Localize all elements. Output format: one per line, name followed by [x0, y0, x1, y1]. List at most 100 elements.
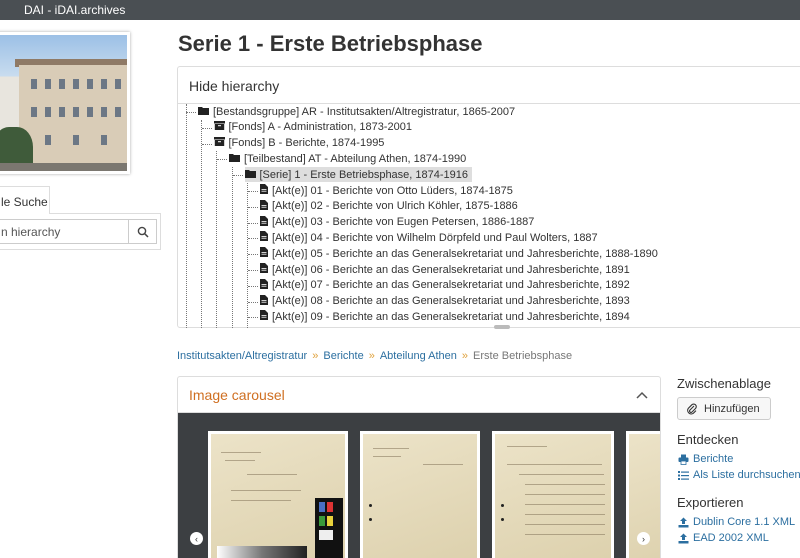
export-heading: Exportieren — [677, 495, 744, 510]
search-button[interactable] — [128, 219, 157, 244]
tree-guide-line — [232, 167, 233, 328]
folder-icon — [229, 153, 240, 165]
tree-branch-line — [248, 238, 258, 240]
tree-node[interactable]: [Teilbestand] AT - Abteilung Athen, 1874… — [229, 151, 466, 166]
add-button-label: Hinzufügen — [704, 402, 760, 415]
tree-node[interactable]: [Akt(e)] 08 - Berichte an das Generalsek… — [260, 294, 630, 309]
archive-box-icon — [213, 137, 225, 149]
tree-branch-line — [201, 127, 212, 129]
breadcrumb-link-berichte[interactable]: Berichte — [323, 350, 363, 362]
tree-node[interactable]: [Akt(e)] 06 - Berichte an das Generalsek… — [260, 262, 630, 277]
paperclip-icon — [687, 403, 697, 414]
tree-branch-line — [248, 285, 258, 287]
tree-node-label: [Akt(e)] 05 - Berichte an das Generalsek… — [272, 247, 658, 260]
file-icon — [260, 294, 268, 308]
discover-link-berichte[interactable]: Berichte — [678, 453, 733, 465]
export-ead-label: EAD 2002 XML — [693, 532, 769, 544]
tree-node[interactable]: [Akt(e)] 05 - Berichte an das Generalsek… — [260, 246, 658, 261]
browse-as-list-label: Als Liste durchsuchen — [693, 469, 800, 481]
upload-icon — [678, 533, 689, 544]
page-title: Serie 1 - Erste Betriebsphase — [178, 31, 483, 56]
add-to-clipboard-button[interactable]: Hinzufügen — [677, 397, 771, 420]
tree-node-label: [Bestandsgruppe] AR - Institutsakten/Alt… — [213, 105, 516, 118]
hierarchy-tree: [Bestandsgruppe] AR - Institutsakten/Alt… — [178, 104, 800, 328]
tree-branch-line — [248, 191, 258, 192]
file-icon — [260, 184, 268, 197]
upload-icon — [678, 517, 689, 528]
image-carousel: Image carousel ‹ › — [177, 376, 661, 558]
tree-node-current[interactable]: [Serie] 1 - Erste Betriebsphase, 1874-19… — [244, 167, 473, 183]
archive-box-icon — [213, 121, 225, 133]
tree-node-label: [Akt(e)] 06 - Berichte an das Generalsek… — [272, 263, 630, 276]
file-icon — [260, 247, 268, 260]
carousel-prev-button[interactable]: ‹ — [190, 532, 203, 545]
tree-guide-line — [247, 183, 248, 328]
carousel-header[interactable]: Image carousel — [178, 377, 660, 413]
tab-search[interactable]: le Suche — [0, 186, 50, 214]
tree-branch-line — [217, 159, 227, 161]
grey-scale-strip — [217, 546, 307, 558]
tree-node[interactable]: [Bestandsgruppe] AR - Institutsakten/Alt… — [198, 104, 515, 119]
tree-branch-line — [248, 222, 258, 224]
breadcrumb: Institutsakten/Altregistratur» Berichte» A… — [177, 350, 573, 362]
hierarchy-search-input[interactable]: n hierarchy — [0, 219, 129, 244]
tree-node[interactable]: [Akt(e)] 09 - Berichte an das Generalsek… — [260, 309, 630, 324]
hierarchy-panel: Hide hierarchy [Bestandsgruppe] AR - Ins… — [177, 66, 800, 329]
institute-building-photo — [0, 32, 130, 174]
tree-guide-line — [186, 104, 187, 328]
tree-node[interactable]: [Akt(e)] 04 - Berichte von Wilhelm Dörpf… — [260, 230, 598, 245]
site-brand[interactable]: DAI - iDAI.archives — [24, 3, 125, 17]
tree-node-label: [Akt(e)] 02 - Berichte von Ulrich Köhler… — [272, 200, 518, 213]
folder-icon — [198, 106, 209, 118]
tree-node[interactable]: [Akt(e)] 01 - Berichte von Otto Lüders, … — [260, 183, 513, 198]
export-ead-link[interactable]: EAD 2002 XML — [678, 532, 769, 544]
discover-link-berichte-label: Berichte — [693, 453, 734, 465]
top-navbar: DAI - iDAI.archives — [0, 0, 800, 20]
tree-branch-line — [248, 317, 258, 319]
tree-branch-line — [186, 112, 196, 113]
clipboard-heading: Zwischenablage — [677, 376, 771, 391]
tree-node[interactable]: [Akt(e)] 07 - Berichte an das Generalsek… — [260, 278, 630, 293]
tree-node-label: [Akt(e)] 01 - Berichte von Otto Lüders, … — [272, 184, 513, 197]
breadcrumb-link-athen[interactable]: Abteilung Athen — [380, 350, 457, 362]
file-icon — [260, 215, 268, 229]
tree-branch-line — [248, 270, 258, 271]
tree-node-label: [Serie] 1 - Erste Betriebsphase, 1874-19… — [259, 168, 469, 181]
tree-node[interactable]: [Fonds] B - Berichte, 1874-1995 — [213, 136, 384, 151]
discover-heading: Entdecken — [677, 432, 739, 447]
breadcrumb-link-institutsakten[interactable]: Institutsakten/Altregistratur — [177, 350, 307, 362]
tree-node-label: [Akt(e)] 04 - Berichte von Wilhelm Dörpf… — [272, 231, 598, 244]
carousel-image[interactable] — [492, 431, 614, 558]
tree-node[interactable]: [Akt(e)] 03 - Berichte von Eugen Peterse… — [260, 215, 534, 230]
tree-node[interactable]: [Fonds] A - Administration, 1873-2001 — [213, 120, 412, 135]
list-icon — [678, 470, 689, 481]
tree-node-label: [Akt(e)] 08 - Berichte an das Generalsek… — [272, 295, 630, 308]
file-icon — [260, 199, 268, 213]
search-icon — [137, 226, 149, 238]
tree-branch-line — [248, 301, 258, 303]
export-dublin-core-link[interactable]: Dublin Core 1.1 XML — [678, 516, 795, 528]
tree-scrollbar[interactable] — [494, 325, 510, 329]
chevron-up-icon[interactable] — [636, 391, 648, 399]
file-icon — [260, 263, 268, 276]
carousel-image[interactable] — [208, 431, 348, 558]
tree-node-label: [Fonds] A - Administration, 1873-2001 — [228, 121, 412, 134]
tree-node-label: [Akt(e)] 07 - Berichte an das Generalsek… — [272, 279, 630, 292]
tree-branch-line — [248, 254, 258, 256]
folder-icon — [244, 169, 256, 181]
carousel-title: Image carousel — [189, 387, 285, 403]
tree-node-label: [Teilbestand] AT - Abteilung Athen, 1874… — [244, 152, 467, 165]
print-icon — [678, 454, 689, 465]
tree-branch-line — [201, 143, 212, 145]
tree-guide-line — [201, 119, 202, 328]
tree-branch-line — [248, 206, 258, 208]
carousel-next-button[interactable]: › — [637, 532, 650, 545]
breadcrumb-current: Erste Betriebsphase — [473, 350, 573, 362]
tree-guide-line — [216, 151, 217, 328]
file-icon — [260, 231, 268, 244]
tree-node-label: [Akt(e)] 09 - Berichte an das Generalsek… — [272, 310, 630, 323]
browse-as-list-link[interactable]: Als Liste durchsuchen — [678, 469, 800, 481]
carousel-image[interactable] — [360, 431, 480, 558]
tree-node[interactable]: [Akt(e)] 02 - Berichte von Ulrich Köhler… — [260, 199, 518, 214]
hide-hierarchy-toggle[interactable]: Hide hierarchy — [178, 67, 800, 104]
